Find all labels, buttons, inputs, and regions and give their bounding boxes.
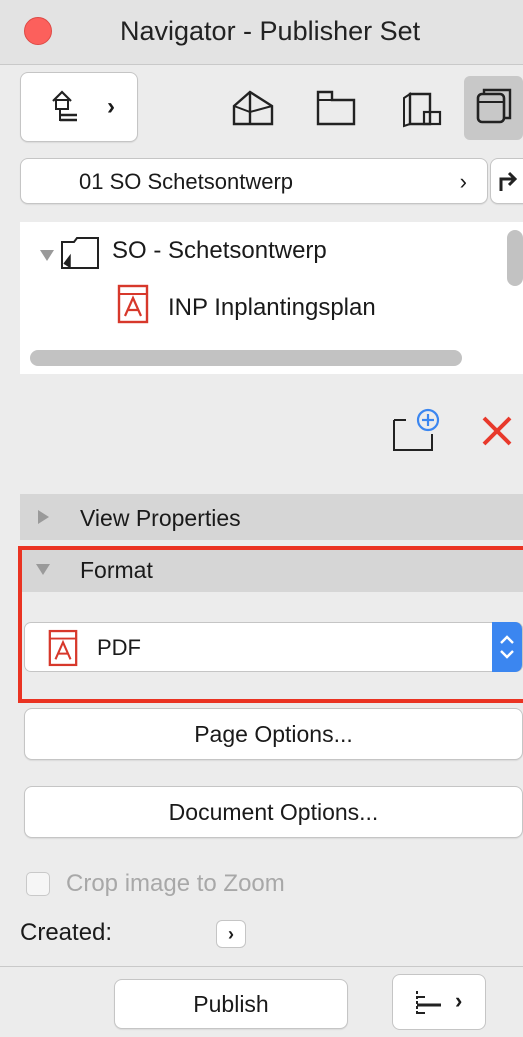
crop-label: Crop image to Zoom: [66, 870, 285, 897]
title-bar: Navigator - Publisher Set: [0, 0, 523, 64]
divider: [0, 966, 523, 967]
set-selector-button[interactable]: ›: [20, 72, 138, 142]
format-header[interactable]: Format: [20, 546, 523, 592]
tree-list-icon: [416, 991, 441, 1015]
disclosure-triangle-icon: [36, 564, 50, 575]
tree-view-toggle-button[interactable]: ›: [392, 974, 486, 1030]
crop-checkbox[interactable]: [26, 872, 50, 896]
disclosure-triangle-icon[interactable]: [40, 250, 54, 261]
publisher-sets-button[interactable]: [464, 76, 523, 140]
chevron-right-icon: ›: [455, 988, 463, 1013]
project-map-icon: [232, 90, 274, 126]
pdf-icon: [117, 284, 149, 324]
format-label: Format: [80, 557, 153, 583]
view-map-icon: [316, 90, 356, 126]
up-arrow-icon: [499, 171, 518, 191]
chevron-right-icon: ›: [107, 93, 115, 120]
close-window-button[interactable]: [24, 17, 52, 45]
publisher-tree[interactable]: SO - Schetsontwerp INP Inplantingsplan: [20, 222, 523, 374]
folder-icon: [61, 237, 99, 269]
chevron-right-icon: ›: [459, 169, 467, 194]
publisher-set-label: 01 SO Schetsontwerp: [79, 169, 294, 194]
new-item-icon[interactable]: [392, 408, 444, 454]
pdf-icon: [48, 629, 78, 667]
divider: [0, 64, 523, 65]
page-options-button[interactable]: Page Options...: [24, 708, 523, 760]
tree-item-label[interactable]: INP Inplantingsplan: [168, 294, 376, 322]
disclosure-triangle-icon: [38, 510, 49, 524]
tree-folder-label[interactable]: SO - Schetsontwerp: [112, 237, 327, 265]
format-value: PDF: [97, 635, 141, 660]
created-arrow-button[interactable]: ›: [216, 920, 246, 948]
delete-icon[interactable]: [480, 414, 514, 448]
layout-book-icon: [403, 92, 442, 128]
publisher-sets-icon: [476, 88, 512, 124]
publisher-set-dropdown[interactable]: 01 SO Schetsontwerp ›: [20, 158, 488, 204]
up-level-button[interactable]: [490, 158, 523, 204]
created-label: Created:: [20, 919, 113, 946]
select-stepper[interactable]: [492, 622, 522, 672]
view-properties-header[interactable]: View Properties: [20, 494, 523, 540]
vertical-scrollbar[interactable]: [507, 230, 523, 286]
project-map-button[interactable]: [222, 76, 284, 140]
view-properties-label: View Properties: [80, 505, 241, 531]
publish-button[interactable]: Publish: [114, 979, 348, 1029]
up-down-chevron-icon: [500, 635, 514, 659]
document-options-button[interactable]: Document Options...: [24, 786, 523, 838]
horizontal-scrollbar[interactable]: [30, 350, 462, 366]
view-map-button[interactable]: [306, 76, 368, 140]
window-title: Navigator - Publisher Set: [120, 16, 421, 46]
layout-book-button[interactable]: [392, 76, 454, 140]
project-tree-icon: [52, 90, 77, 122]
format-select[interactable]: PDF: [24, 622, 523, 672]
